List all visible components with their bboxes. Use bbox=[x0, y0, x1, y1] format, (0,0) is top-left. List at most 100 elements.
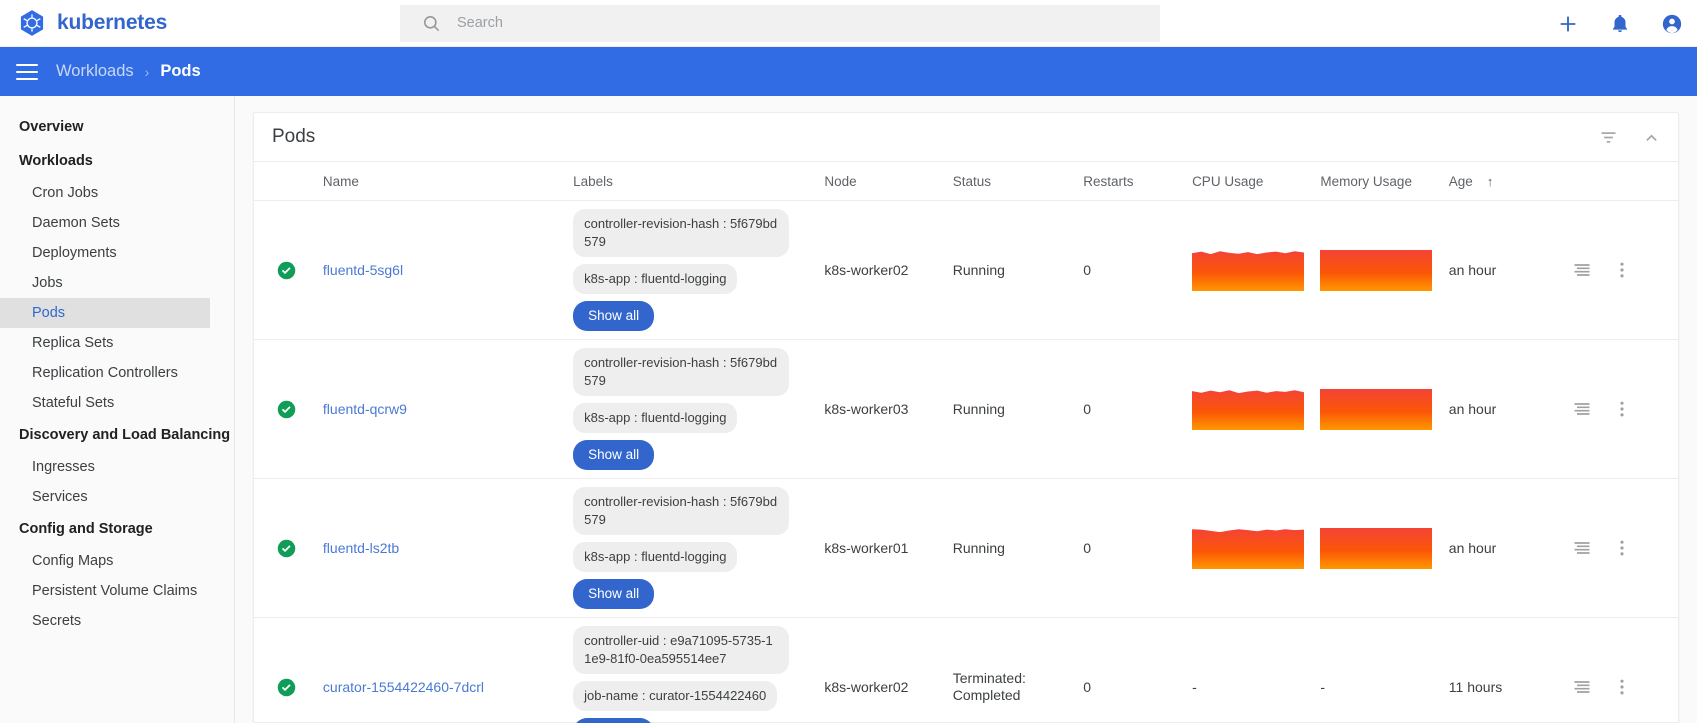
view-logs-icon[interactable] bbox=[1572, 677, 1592, 697]
sidebar-item-secrets[interactable]: Secrets bbox=[0, 606, 234, 636]
more-vert-icon[interactable] bbox=[1612, 399, 1632, 419]
column-header-label: Age bbox=[1448, 174, 1473, 189]
show-all-labels-button[interactable]: Show all bbox=[573, 301, 655, 331]
sidebar: Overview Workloads Cron Jobs Daemon Sets Dep… bbox=[0, 96, 235, 723]
sidebar-item-deployments[interactable]: Deployments bbox=[0, 238, 234, 268]
sidebar-item-label: Pods bbox=[32, 305, 66, 321]
table-row[interactable]: fluentd-ls2tb controller-revision-hash : … bbox=[254, 478, 1678, 618]
column-header-status_icon bbox=[254, 162, 315, 201]
column-header-name[interactable]: Name bbox=[314, 162, 566, 201]
column-header-label: Restarts bbox=[1083, 174, 1134, 189]
sidebar-item-jobs[interactable]: Jobs bbox=[0, 268, 234, 298]
pods-card-header: Pods bbox=[254, 113, 1678, 162]
view-logs-icon[interactable] bbox=[1572, 538, 1592, 558]
sidebar-item-label: Secrets bbox=[32, 613, 82, 629]
breadcrumb-current: Pods bbox=[160, 62, 201, 80]
memory-usage-value: - bbox=[1320, 679, 1326, 695]
memory-usage-cell bbox=[1312, 339, 1441, 479]
table-row[interactable]: fluentd-5sg6l controller-revision-hash : … bbox=[254, 200, 1678, 340]
label-chip: k8s-app : fluentd-logging bbox=[573, 264, 738, 294]
label-chip: k8s-app : fluentd-logging bbox=[573, 403, 738, 433]
brand[interactable]: kubernetes bbox=[0, 9, 400, 37]
pod-name-link[interactable]: fluentd-ls2tb bbox=[323, 540, 399, 556]
column-header-label: Node bbox=[824, 174, 857, 189]
sidebar-item-daemon-sets[interactable]: Daemon Sets bbox=[0, 208, 234, 238]
sort-ascending-icon[interactable]: ↑ bbox=[1487, 174, 1494, 189]
table-row[interactable]: fluentd-qcrw9 controller-revision-hash : … bbox=[254, 339, 1678, 479]
cpu-usage-sparkline bbox=[1192, 250, 1305, 291]
bell-icon[interactable] bbox=[1609, 13, 1631, 35]
age-cell: an hour bbox=[1440, 478, 1559, 618]
breadcrumb-separator: › bbox=[144, 63, 150, 80]
label-chip: controller-revision-hash : 5f679bd579 bbox=[573, 487, 790, 535]
cpu-usage-cell: - bbox=[1184, 617, 1313, 723]
sidebar-item-persistent-volume-claims[interactable]: Persistent Volume Claims bbox=[0, 576, 234, 606]
sidebar-item-replica-sets[interactable]: Replica Sets bbox=[0, 328, 234, 358]
memory-usage-sparkline bbox=[1320, 249, 1433, 291]
node-cell: k8s-worker01 bbox=[816, 478, 945, 618]
pods-table-body: fluentd-5sg6l controller-revision-hash : … bbox=[254, 200, 1678, 723]
more-vert-icon[interactable] bbox=[1612, 677, 1632, 697]
age-cell: 11 hours bbox=[1440, 617, 1559, 723]
sidebar-item-label: Replication Controllers bbox=[32, 365, 178, 381]
sidebar-item-label: Cron Jobs bbox=[32, 185, 99, 201]
pod-name-cell: curator-1554422460-7dcrl bbox=[314, 617, 566, 723]
status-cell: Running bbox=[944, 478, 1076, 618]
sidebar-item-stateful-sets[interactable]: Stateful Sets bbox=[0, 388, 234, 418]
row-actions-cell bbox=[1558, 617, 1678, 723]
hamburger-menu-icon[interactable] bbox=[16, 63, 38, 80]
search-input[interactable] bbox=[457, 15, 1138, 31]
column-header-restarts[interactable]: Restarts bbox=[1075, 162, 1185, 201]
pod-name-link[interactable]: fluentd-5sg6l bbox=[323, 262, 403, 278]
sidebar-item-overview[interactable]: Overview bbox=[0, 110, 234, 144]
check-circle-icon bbox=[277, 400, 296, 418]
more-vert-icon[interactable] bbox=[1612, 538, 1632, 558]
pods-table: Name Labels Node Status Restarts CPU Usage Mem… bbox=[254, 162, 1678, 723]
sidebar-item-label: Config and Storage bbox=[19, 521, 153, 537]
show-all-labels-button[interactable]: Show all bbox=[573, 718, 655, 723]
column-header-memory[interactable]: Memory Usage bbox=[1312, 162, 1441, 201]
view-logs-icon[interactable] bbox=[1572, 260, 1592, 280]
row-actions bbox=[1566, 399, 1670, 419]
age-cell: an hour bbox=[1440, 339, 1559, 479]
show-all-labels-button[interactable]: Show all bbox=[573, 579, 655, 609]
sidebar-item-services[interactable]: Services bbox=[0, 482, 234, 512]
column-header-status[interactable]: Status bbox=[944, 162, 1076, 201]
filter-list-icon[interactable] bbox=[1598, 127, 1619, 148]
column-header-label: Memory Usage bbox=[1320, 174, 1412, 189]
sidebar-item-replication-controllers[interactable]: Replication Controllers bbox=[0, 358, 234, 388]
row-actions-cell bbox=[1558, 339, 1678, 479]
search-bar[interactable] bbox=[400, 4, 1160, 42]
row-actions bbox=[1566, 260, 1670, 280]
sidebar-item-label: Deployments bbox=[32, 245, 117, 261]
search-icon bbox=[424, 15, 440, 31]
check-circle-icon bbox=[277, 678, 296, 696]
memory-usage-cell: - bbox=[1312, 617, 1441, 723]
plus-icon[interactable] bbox=[1557, 13, 1579, 35]
column-header-node[interactable]: Node bbox=[816, 162, 945, 201]
sidebar-item-ingresses[interactable]: Ingresses bbox=[0, 452, 234, 482]
age-cell: an hour bbox=[1440, 200, 1559, 340]
row-actions bbox=[1566, 538, 1670, 558]
pod-name-link[interactable]: curator-1554422460-7dcrl bbox=[323, 679, 484, 695]
account-circle-icon[interactable] bbox=[1661, 13, 1683, 35]
show-all-labels-button[interactable]: Show all bbox=[573, 440, 655, 470]
sidebar-item-cron-jobs[interactable]: Cron Jobs bbox=[0, 178, 234, 208]
sidebar-item-pods[interactable]: Pods bbox=[0, 298, 210, 328]
table-row[interactable]: curator-1554422460-7dcrl controller-uid :… bbox=[254, 617, 1678, 723]
more-vert-icon[interactable] bbox=[1612, 260, 1632, 280]
labels-cell: controller-revision-hash : 5f679bd579 k8s… bbox=[565, 478, 817, 618]
top-bar-actions bbox=[1557, 0, 1683, 47]
pods-table-head: Name Labels Node Status Restarts CPU Usage Mem… bbox=[254, 162, 1678, 201]
column-header-cpu[interactable]: CPU Usage bbox=[1184, 162, 1313, 201]
restarts-cell: 0 bbox=[1075, 200, 1185, 340]
column-header-labels[interactable]: Labels bbox=[565, 162, 817, 201]
breadcrumb: Workloads › Pods bbox=[56, 62, 201, 81]
view-logs-icon[interactable] bbox=[1572, 399, 1592, 419]
sidebar-item-label: Workloads bbox=[19, 153, 93, 169]
sidebar-item-config-maps[interactable]: Config Maps bbox=[0, 546, 234, 576]
pod-name-link[interactable]: fluentd-qcrw9 bbox=[323, 401, 407, 417]
chevron-up-icon[interactable] bbox=[1641, 127, 1662, 148]
breadcrumb-parent[interactable]: Workloads bbox=[56, 62, 134, 81]
column-header-age[interactable]: Age ↑ bbox=[1440, 162, 1559, 201]
